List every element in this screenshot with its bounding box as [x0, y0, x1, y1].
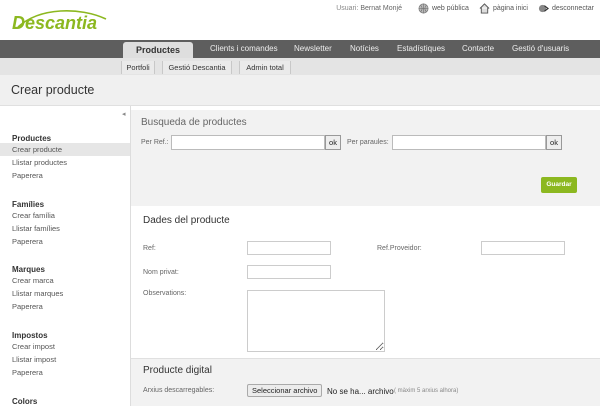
observations-textarea[interactable]	[247, 290, 385, 352]
user-name: Bernat Monjé	[360, 5, 402, 12]
sidebar-item-llistar-impost[interactable]: Llistar impost	[0, 353, 130, 366]
tab-productes[interactable]: Productes	[123, 42, 193, 58]
tab-clients-comandes[interactable]: Clients i comandes	[210, 44, 278, 53]
sidebar-item-paperera[interactable]: Paperera	[0, 300, 130, 313]
digital-product-title: Producte digital	[143, 365, 212, 376]
title-bar: Crear producte	[0, 75, 600, 106]
ref-proveidor-field[interactable]	[481, 241, 565, 255]
web-publica-link[interactable]: web pública	[418, 3, 469, 14]
nom-privat-field[interactable]	[247, 265, 331, 279]
main-content: Busqueda de productes Per Ref.: ok Per p…	[131, 106, 600, 406]
sidebar-item-paperera[interactable]: Paperera	[0, 366, 130, 379]
main-nav: Productes Clients i comandes Newsletter …	[0, 40, 600, 58]
tab-noticies[interactable]: Notícies	[350, 44, 379, 53]
ref-label: Ref:	[143, 245, 156, 252]
desconnectar-link[interactable]: desconnectar	[538, 3, 594, 14]
descantia-logo[interactable]: Descantia	[10, 5, 110, 33]
sidebar-group-title: Productes	[12, 134, 52, 143]
ref-search-ok-button[interactable]: ok	[325, 135, 341, 150]
sidebar-item-llistar-marques[interactable]: Llistar marques	[0, 287, 130, 300]
nom-privat-label: Nom privat:	[143, 269, 179, 276]
page-title: Crear producte	[11, 83, 95, 97]
header: Descantia Usuari: Bernat Monjé web públi…	[0, 0, 600, 40]
subtab-portfoli[interactable]: Portfoli	[121, 61, 155, 74]
ref-search-label: Per Ref.:	[141, 139, 169, 146]
digital-product-section: Producte digital Arxius descarregables: …	[131, 358, 600, 406]
sidebar-item-llistar-families[interactable]: Llistar famílies	[0, 222, 130, 235]
words-search-label: Per paraules:	[347, 139, 389, 146]
save-button[interactable]: Guardar	[541, 177, 577, 193]
tab-gestio-usuaris[interactable]: Gestió d'usuaris	[512, 44, 569, 53]
sidebar-item-crear-marca[interactable]: Crear marca	[0, 274, 130, 287]
sidebar-group-productes: Productes Crear producte Llistar product…	[0, 134, 130, 182]
sidebar: ◂ Productes Crear producte Llistar produ…	[0, 106, 131, 406]
sidebar-group-title: Famílies	[12, 200, 45, 209]
user-bar: Usuari: Bernat Monjé web pública pàgina …	[336, 3, 594, 14]
logo-text: Descantia	[12, 13, 97, 33]
tab-contacte[interactable]: Contacte	[462, 44, 494, 53]
sidebar-item-crear-producte[interactable]: Crear producte	[0, 143, 130, 156]
sidebar-group-colors: Colors	[0, 397, 130, 406]
sidebar-item-crear-impost[interactable]: Crear impost	[0, 340, 130, 353]
search-panel: Busqueda de productes Per Ref.: ok Per p…	[131, 110, 600, 214]
collapse-sidebar-icon[interactable]: ◂	[122, 110, 126, 118]
tab-newsletter[interactable]: Newsletter	[294, 44, 332, 53]
product-data-section: Dades del producte Ref: Ref.Proveidor: N…	[131, 206, 600, 358]
words-search-input[interactable]	[392, 135, 546, 150]
sub-nav: Portfoli Gestió Descantia Admin total	[0, 58, 600, 75]
sidebar-group-title: Colors	[12, 397, 38, 406]
logout-icon	[538, 4, 549, 13]
files-label: Arxius descarregables:	[143, 387, 215, 394]
ref-proveidor-label: Ref.Proveidor:	[377, 245, 422, 252]
pagina-inici-link[interactable]: pàgina inici	[479, 3, 528, 14]
ref-search-input[interactable]	[171, 135, 325, 150]
observations-label: Observations:	[143, 290, 187, 297]
user-info: Usuari: Bernat Monjé	[336, 5, 402, 12]
sidebar-item-crear-familia[interactable]: Crear família	[0, 209, 130, 222]
sidebar-group-title: Impostos	[12, 331, 48, 340]
sidebar-item-paperera[interactable]: Paperera	[0, 235, 130, 248]
sidebar-group-marques: Marques Crear marca Llistar marques Pape…	[0, 265, 130, 313]
subtab-admin-total[interactable]: Admin total	[239, 61, 291, 74]
globe-icon	[418, 3, 429, 14]
home-icon	[479, 3, 490, 14]
sidebar-group-families: Famílies Crear família Llistar famílies …	[0, 200, 130, 248]
files-hint: ( màxim 5 arxius alhora)	[394, 388, 459, 394]
tab-estadistiques[interactable]: Estadístiques	[397, 44, 445, 53]
file-status: No se ha... archivo	[327, 387, 394, 396]
sidebar-group-impostos: Impostos Crear impost Llistar impost Pap…	[0, 331, 130, 379]
sidebar-item-paperera[interactable]: Paperera	[0, 169, 130, 182]
product-data-title: Dades del producte	[143, 215, 230, 226]
words-search-ok-button[interactable]: ok	[546, 135, 562, 150]
subtab-gestio-descantia[interactable]: Gestió Descantia	[162, 61, 232, 74]
ref-field[interactable]	[247, 241, 331, 255]
select-file-button[interactable]: Seleccionar archivo	[247, 384, 323, 397]
search-title: Busqueda de productes	[141, 117, 247, 128]
sidebar-item-llistar-productes[interactable]: Llistar productes	[0, 156, 130, 169]
sidebar-group-title: Marques	[12, 265, 45, 274]
